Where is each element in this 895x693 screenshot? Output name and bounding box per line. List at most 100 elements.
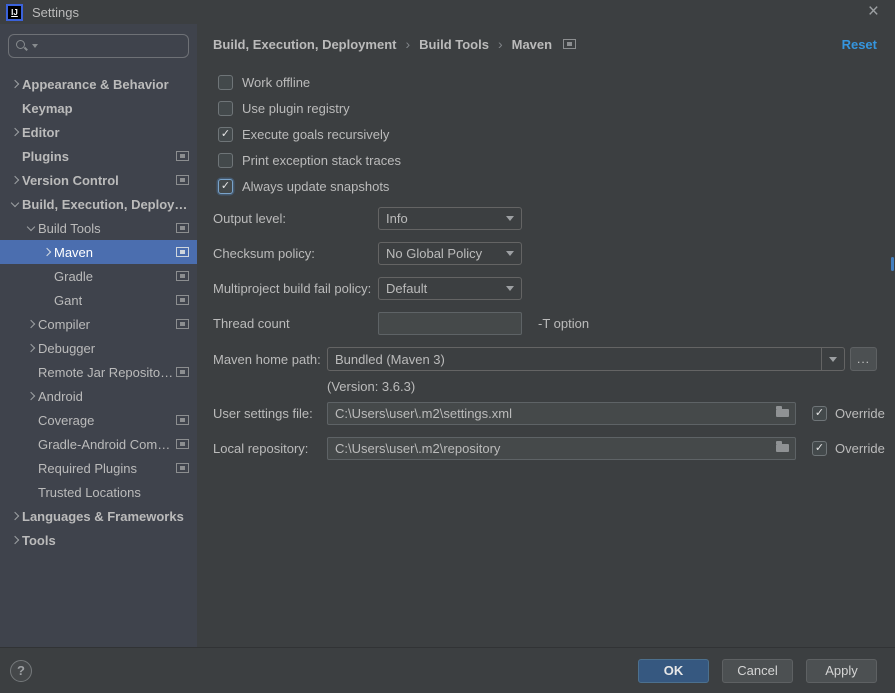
chevron-down-icon[interactable] (821, 348, 844, 370)
sidebar-item-label: Coverage (38, 413, 94, 428)
search-input[interactable] (38, 39, 182, 54)
sidebar-item-languages-frameworks[interactable]: Languages & Frameworks (0, 504, 197, 528)
sidebar-item-gradle[interactable]: Gradle (0, 264, 197, 288)
checkbox-label: Execute goals recursively (242, 127, 389, 142)
thread-count-input[interactable] (378, 312, 522, 335)
checkbox-label: Work offline (242, 75, 310, 90)
chevron-right-icon[interactable] (24, 389, 38, 403)
chevron-right-icon[interactable] (8, 509, 22, 523)
sidebar-item-keymap[interactable]: Keymap (0, 96, 197, 120)
checkbox[interactable]: ✓ (812, 441, 827, 456)
sidebar-item-appearance-behavior[interactable]: Appearance & Behavior (0, 72, 197, 96)
checkbox[interactable] (218, 153, 233, 168)
checkbox[interactable]: ✓ (218, 127, 233, 142)
output-level-select[interactable]: Info (378, 207, 522, 230)
screen-icon (176, 151, 189, 161)
chevron-down-icon[interactable] (8, 197, 22, 211)
checkbox-label: Print exception stack traces (242, 153, 401, 168)
select-value: Info (386, 211, 408, 226)
checkbox-row-always-update-snapshots[interactable]: ✓ Always update snapshots (213, 173, 877, 199)
sidebar-item-build-tools[interactable]: Build Tools (0, 216, 197, 240)
screen-icon (176, 463, 189, 473)
breadcrumb-segment[interactable]: Build, Execution, Deployment (213, 37, 396, 52)
sidebar-item-coverage[interactable]: Coverage (0, 408, 197, 432)
chevron-down-icon[interactable] (24, 221, 38, 235)
sidebar-item-maven[interactable]: Maven (0, 240, 197, 264)
chevron-right-icon[interactable] (40, 245, 54, 259)
sidebar-item-android[interactable]: Android (0, 384, 197, 408)
sidebar-item-debugger[interactable]: Debugger (0, 336, 197, 360)
sidebar-item-label: Trusted Locations (38, 485, 141, 500)
browse-button[interactable]: ... (850, 347, 877, 371)
sidebar-item-remote-jar-repositories[interactable]: Remote Jar Repositories (0, 360, 197, 384)
checkbox[interactable]: ✓ (218, 179, 233, 194)
checkbox[interactable] (218, 75, 233, 90)
folder-icon[interactable] (776, 409, 789, 417)
intellij-logo-icon: IJ (6, 4, 23, 21)
local-repository-input[interactable] (327, 437, 796, 460)
checkbox[interactable]: ✓ (812, 406, 827, 421)
chevron-right-icon[interactable] (8, 125, 22, 139)
sidebar-item-label: Android (38, 389, 83, 404)
sidebar-item-tools[interactable]: Tools (0, 528, 197, 552)
maven-home-path-select[interactable]: Bundled (Maven 3) (327, 347, 845, 371)
screen-icon (176, 439, 189, 449)
override-local-repository[interactable]: ✓ Override (812, 441, 885, 456)
chevron-right-icon[interactable] (24, 317, 38, 331)
breadcrumb-separator: › (498, 36, 503, 52)
sidebar-item-build-execution-deployment[interactable]: Build, Execution, Deployment (0, 192, 197, 216)
checksum-policy-row: Checksum policy: No Global Policy (213, 242, 877, 265)
checkbox-row-execute-goals-recursively[interactable]: ✓ Execute goals recursively (213, 121, 877, 147)
sidebar-item-label: Gradle (54, 269, 93, 284)
output-level-row: Output level: Info (213, 207, 877, 230)
checkbox-label: Always update snapshots (242, 179, 389, 194)
window-title: Settings (32, 5, 79, 20)
checkbox-label: Override (835, 406, 885, 421)
sidebar-item-compiler[interactable]: Compiler (0, 312, 197, 336)
settings-sidebar: Appearance & Behavior Keymap Editor Plug… (0, 24, 197, 647)
reset-link[interactable]: Reset (842, 37, 877, 52)
sidebar-item-label: Build Tools (38, 221, 101, 236)
close-icon[interactable]: × (862, 4, 885, 20)
breadcrumb-segment[interactable]: Maven (512, 37, 552, 52)
sidebar-item-label: Languages & Frameworks (22, 509, 184, 524)
chevron-right-icon[interactable] (24, 341, 38, 355)
apply-button[interactable]: Apply (806, 659, 877, 683)
screen-icon (563, 39, 576, 49)
folder-icon[interactable] (776, 444, 789, 452)
scrollbar-mark (891, 257, 894, 271)
checkbox-label: Use plugin registry (242, 101, 350, 116)
ok-button[interactable]: OK (638, 659, 709, 683)
search-box[interactable] (8, 34, 189, 58)
cancel-button[interactable]: Cancel (722, 659, 793, 683)
breadcrumb-segment[interactable]: Build Tools (419, 37, 489, 52)
sidebar-item-trusted-locations[interactable]: Trusted Locations (0, 480, 197, 504)
checksum-policy-select[interactable]: No Global Policy (378, 242, 522, 265)
chevron-right-icon[interactable] (8, 77, 22, 91)
sidebar-item-required-plugins[interactable]: Required Plugins (0, 456, 197, 480)
screen-icon (176, 247, 189, 257)
sidebar-item-editor[interactable]: Editor (0, 120, 197, 144)
checkbox-row-use-plugin-registry[interactable]: Use plugin registry (213, 95, 877, 121)
help-button[interactable]: ? (10, 660, 32, 682)
user-settings-file-input[interactable] (327, 402, 796, 425)
override-user-settings[interactable]: ✓ Override (812, 406, 885, 421)
sidebar-item-version-control[interactable]: Version Control (0, 168, 197, 192)
screen-icon (176, 367, 189, 377)
checkbox-row-work-offline[interactable]: Work offline (213, 69, 877, 95)
sidebar-item-gant[interactable]: Gant (0, 288, 197, 312)
sidebar-item-label: Gant (54, 293, 82, 308)
sidebar-item-label: Remote Jar Repositories (38, 365, 176, 380)
sidebar-item-label: Tools (22, 533, 56, 548)
checkbox-row-print-exception-stack-traces[interactable]: Print exception stack traces (213, 147, 877, 173)
sidebar-item-label: Editor (22, 125, 60, 140)
sidebar-item-gradle-android-compiler[interactable]: Gradle-Android Compiler (0, 432, 197, 456)
field-label: Local repository: (213, 441, 327, 456)
chevron-right-icon[interactable] (8, 533, 22, 547)
chevron-right-icon[interactable] (8, 173, 22, 187)
sidebar-item-label: Debugger (38, 341, 95, 356)
checkbox[interactable] (218, 101, 233, 116)
multiproject-build-fail-policy-select[interactable]: Default (378, 277, 522, 300)
user-settings-file-row: User settings file: ✓ Override (213, 402, 877, 425)
sidebar-item-plugins[interactable]: Plugins (0, 144, 197, 168)
